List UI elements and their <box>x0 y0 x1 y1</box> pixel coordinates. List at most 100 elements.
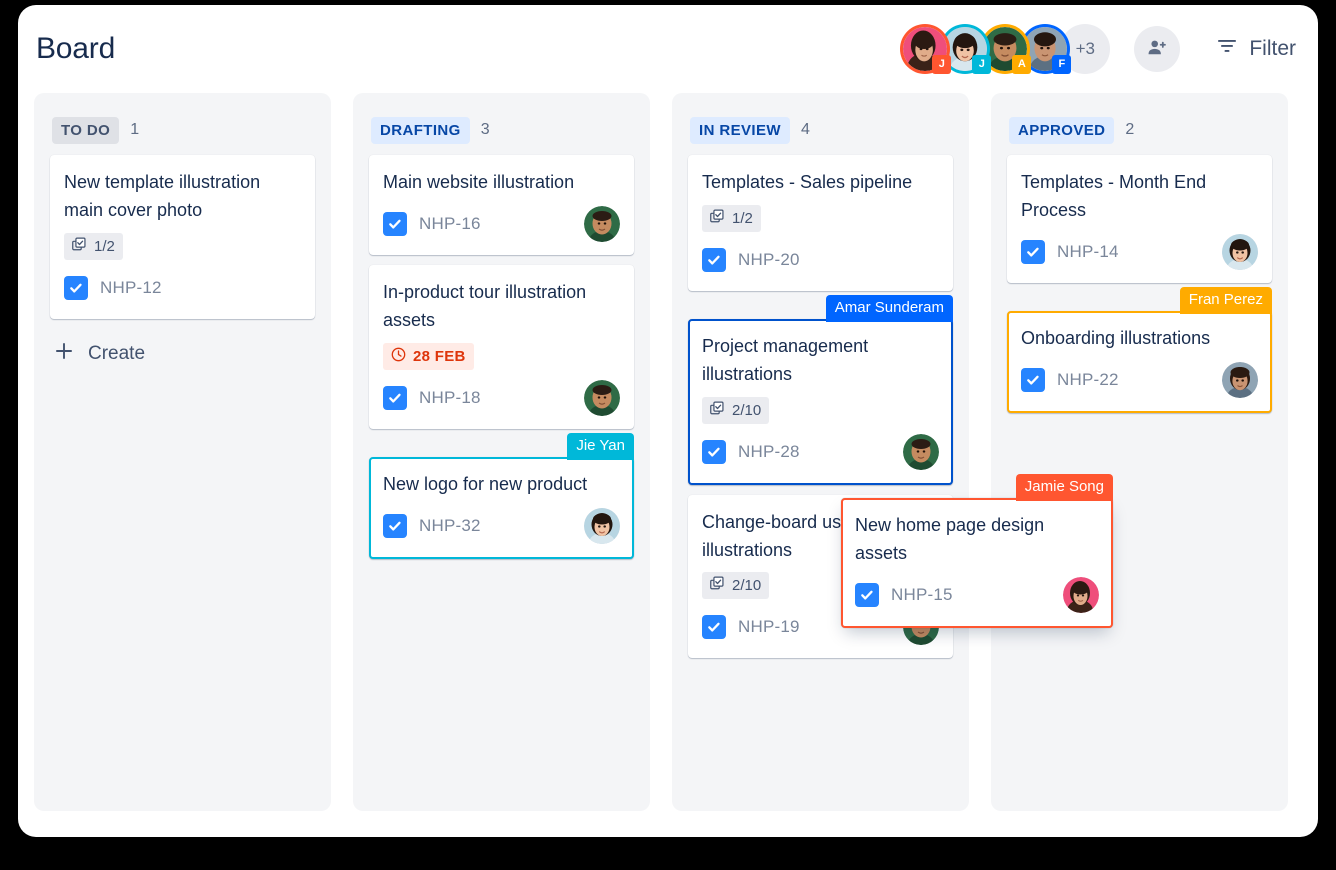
subtasks-count: 2/10 <box>732 577 762 595</box>
issue-key: NHP-22 <box>1057 369 1119 389</box>
add-person-icon <box>1146 37 1168 62</box>
owner-tag: Jie Yan <box>567 432 634 460</box>
create-button-todo[interactable]: Create <box>50 335 149 373</box>
board-columns: TO DO 1 New template illustration main c… <box>18 93 1318 811</box>
create-label: Create <box>88 342 146 364</box>
task-check-icon <box>64 275 88 300</box>
column-approved: APPROVED 2 Templates - Month End Process… <box>991 93 1288 811</box>
assignee-avatar[interactable] <box>584 507 620 544</box>
column-header-approved: APPROVED 2 <box>1007 105 1272 155</box>
avatar-initial: F <box>1052 55 1072 74</box>
task-check-icon <box>1021 239 1045 264</box>
subtasks-icon <box>710 401 725 420</box>
issue-key: NHP-18 <box>419 387 481 407</box>
card-nhp-14[interactable]: Templates - Month End Process NHP-14 <box>1007 155 1272 283</box>
column-header-drafting: DRAFTING 3 <box>369 105 634 155</box>
card-title: New home page design assets <box>855 515 1045 563</box>
column-title-in-review[interactable]: IN REVIEW <box>690 116 790 144</box>
card-footer: NHP-12 <box>64 269 301 307</box>
issue-key: NHP-16 <box>419 213 481 233</box>
column-in-review: IN REVIEW 4 Templates - Sales pipeline 1… <box>672 93 969 811</box>
card-nhp-28[interactable]: Amar Sunderam Project management illustr… <box>688 294 953 485</box>
subtasks-icon <box>710 576 725 595</box>
task-check-icon <box>383 513 407 538</box>
subtasks-count: 1/2 <box>732 209 753 227</box>
card-footer: NHP-20 <box>702 241 939 279</box>
owner-tag: Fran Perez <box>1179 286 1272 314</box>
card-footer: NHP-18 <box>383 379 620 417</box>
header-actions: J J A F +3 Filter <box>900 24 1296 74</box>
filter-label: Filter <box>1249 37 1296 60</box>
plus-icon <box>54 341 74 367</box>
owner-tag: Amar Sunderam <box>825 294 953 322</box>
card-nhp-12[interactable]: New template illustration main cover pho… <box>50 155 315 319</box>
card-footer: NHP-16 <box>383 205 620 243</box>
clock-icon <box>391 347 406 366</box>
board-app-window: Board J J A F +3 Filter TO DO 1 New temp… <box>18 5 1318 837</box>
filter-icon <box>1216 37 1238 61</box>
assignee-avatar[interactable] <box>903 433 939 470</box>
avatar-initial: J <box>972 55 992 74</box>
column-count-drafting: 3 <box>480 121 490 138</box>
column-title-drafting[interactable]: DRAFTING <box>371 116 470 144</box>
card-title: Project management illustrations <box>702 335 869 384</box>
issue-key: NHP-32 <box>419 515 481 535</box>
task-check-icon <box>383 385 407 410</box>
subtasks-count: 1/2 <box>94 237 115 255</box>
subtasks-badge: 1/2 <box>64 232 123 260</box>
card-footer: NHP-32 <box>383 507 620 545</box>
add-person-button[interactable] <box>1134 26 1181 72</box>
task-check-icon <box>702 439 726 464</box>
subtasks-badge: 2/10 <box>702 396 770 424</box>
column-todo: TO DO 1 New template illustration main c… <box>34 93 331 811</box>
column-count-in-review: 4 <box>800 121 810 138</box>
card-nhp-16[interactable]: Main website illustration NHP-16 <box>369 155 634 255</box>
card-footer: NHP-28 <box>702 433 939 471</box>
column-header-todo: TO DO 1 <box>50 105 315 155</box>
card-title: New template illustration main cover pho… <box>64 172 261 220</box>
column-drafting: DRAFTING 3 Main website illustration NHP… <box>353 93 650 811</box>
issue-key: NHP-19 <box>738 617 800 637</box>
dragging-card-nhp-15[interactable]: Jamie Song New home page design assets N… <box>841 474 1113 628</box>
card-nhp-32[interactable]: Jie Yan New logo for new product NHP-32 <box>369 432 634 559</box>
assignee-avatar[interactable] <box>584 205 620 242</box>
page-title: Board <box>36 32 116 65</box>
issue-key: NHP-15 <box>891 584 953 604</box>
assignee-avatar[interactable] <box>1063 576 1099 613</box>
task-check-icon <box>1021 367 1045 392</box>
card-list-approved: Templates - Month End Process NHP-14 Fra… <box>1007 155 1272 413</box>
issue-key: NHP-12 <box>100 277 162 297</box>
filter-button[interactable]: Filter <box>1216 37 1296 61</box>
avatar-stack: J J A F +3 <box>900 24 1111 74</box>
issue-key: NHP-28 <box>738 441 800 461</box>
column-title-todo[interactable]: TO DO <box>52 116 120 144</box>
assignee-avatar[interactable] <box>584 379 620 416</box>
task-check-icon <box>702 615 726 640</box>
card-footer: NHP-15 <box>855 576 1099 614</box>
column-title-approved[interactable]: APPROVED <box>1009 116 1115 144</box>
assignee-avatar[interactable] <box>1222 233 1258 270</box>
subtasks-badge: 1/2 <box>702 204 761 232</box>
card-nhp-20[interactable]: Templates - Sales pipeline 1/2 NHP-20 <box>688 155 953 291</box>
task-check-icon <box>383 211 407 236</box>
card-title: In-product tour illustration assets <box>383 281 587 330</box>
card-footer: NHP-14 <box>1021 233 1258 271</box>
card-title: Templates - Month End Process <box>1021 172 1207 220</box>
card-footer: NHP-22 <box>1021 361 1258 399</box>
avatar-initial: J <box>932 55 952 74</box>
column-header-in-review: IN REVIEW 4 <box>688 105 953 155</box>
issue-key: NHP-14 <box>1057 241 1119 261</box>
card-nhp-18[interactable]: In-product tour illustration assets 28 F… <box>369 264 634 429</box>
assignee-avatar[interactable] <box>1222 361 1258 398</box>
card-title: Main website illustration <box>383 172 575 192</box>
subtasks-count: 2/10 <box>732 401 762 419</box>
card-title: New logo for new product <box>383 473 588 494</box>
task-check-icon <box>855 582 879 607</box>
avatar-initial: A <box>1012 55 1032 74</box>
subtasks-icon <box>72 237 87 256</box>
subtasks-icon <box>710 209 725 228</box>
issue-key: NHP-20 <box>738 249 800 269</box>
due-date-label: 28 FEB <box>413 347 466 365</box>
card-nhp-22[interactable]: Fran Perez Onboarding illustrations NHP-… <box>1007 286 1272 413</box>
avatar-jamie-song[interactable]: J <box>900 24 952 74</box>
